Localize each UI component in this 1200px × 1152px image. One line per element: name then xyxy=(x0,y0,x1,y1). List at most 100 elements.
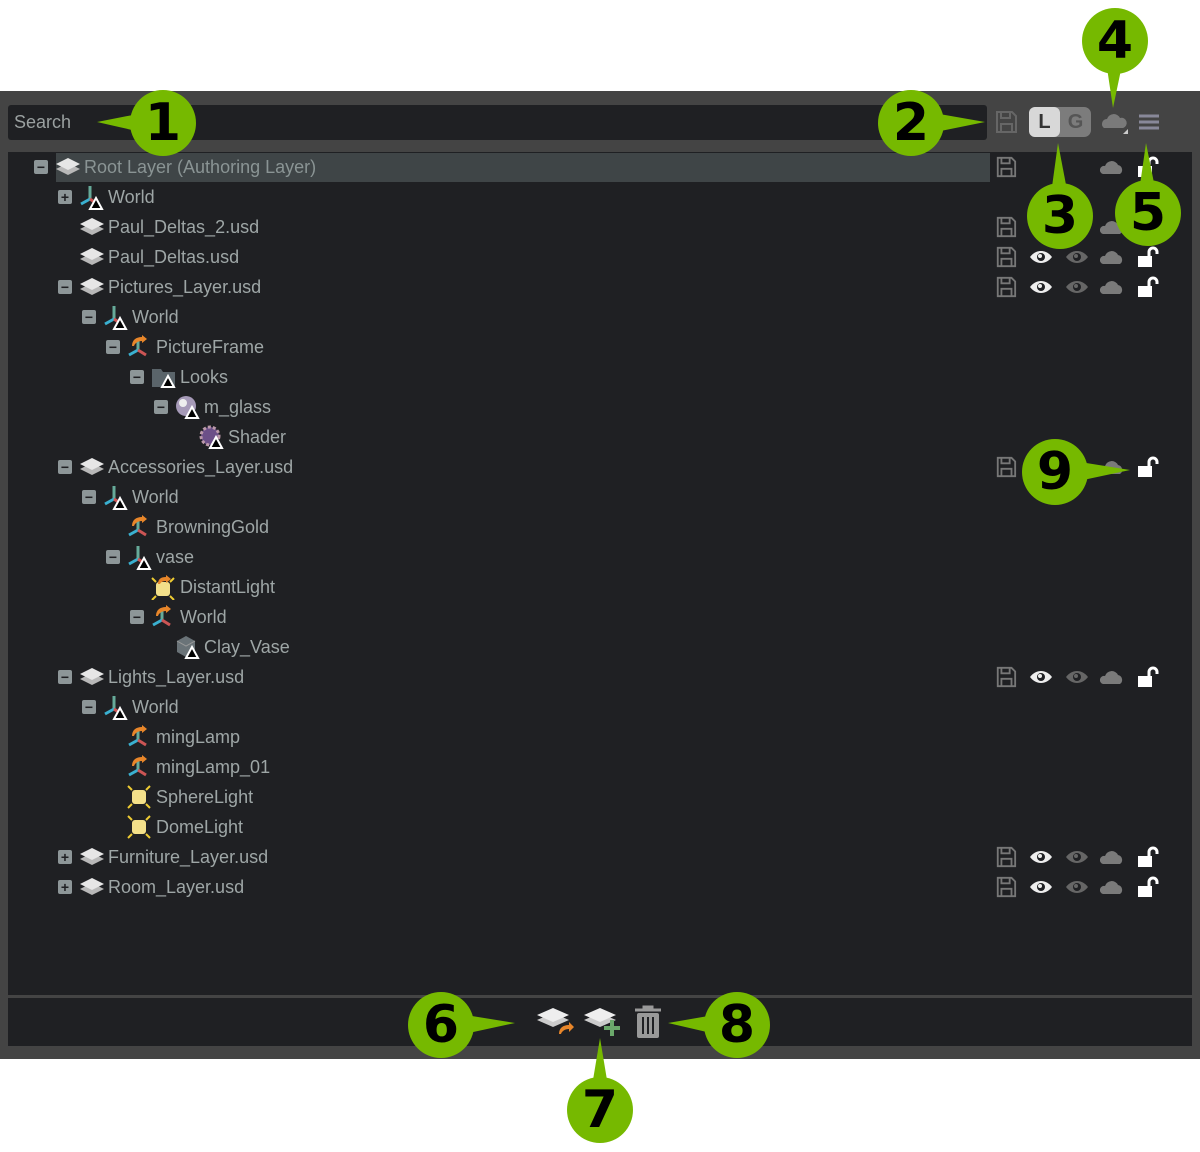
lock-icon[interactable] xyxy=(1136,846,1160,868)
lock-icon[interactable] xyxy=(1136,246,1160,268)
tree-item-label: Furniture_Layer.usd xyxy=(108,847,269,867)
save-icon[interactable] xyxy=(994,276,1018,298)
tree-row[interactable]: Shader xyxy=(8,422,1192,452)
layer-icon xyxy=(80,878,104,895)
save-icon[interactable] xyxy=(994,216,1018,238)
solo-eye-icon[interactable] xyxy=(1065,276,1089,298)
callout-8: 8 xyxy=(704,992,770,1058)
lock-icon[interactable] xyxy=(1136,276,1160,298)
tree-row[interactable]: − Pictures_Layer.usd xyxy=(8,272,1192,302)
collapse-toggle[interactable]: − xyxy=(58,280,72,294)
callout-3: 3 xyxy=(1027,183,1093,249)
callout-7: 7 xyxy=(567,1077,633,1143)
save-icon[interactable] xyxy=(994,456,1018,478)
expand-toggle[interactable]: + xyxy=(58,190,72,204)
local-mode-button[interactable]: L xyxy=(1029,107,1060,137)
folder-icon xyxy=(152,369,176,388)
mesh-icon xyxy=(176,636,200,659)
tree-row[interactable]: − World xyxy=(8,482,1192,512)
callout-9: 9 xyxy=(1022,439,1088,505)
cloud-icon[interactable] xyxy=(1100,666,1124,688)
xform-icon xyxy=(104,306,128,330)
collapse-toggle[interactable]: − xyxy=(82,490,96,504)
save-icon[interactable] xyxy=(994,846,1018,868)
tree-item-label: DistantLight xyxy=(180,577,276,597)
tree-row[interactable]: mingLamp_01 xyxy=(8,752,1192,782)
tree-row[interactable]: − Accessories_Layer.usd xyxy=(8,452,1192,482)
insert-sublayer-icon[interactable] xyxy=(535,1006,575,1038)
solo-eye-icon[interactable] xyxy=(1065,246,1089,268)
tree-row[interactable]: Clay_Vase xyxy=(8,632,1192,662)
xform-icon xyxy=(104,486,128,510)
save-icon[interactable] xyxy=(994,666,1018,688)
visibility-eye-icon[interactable] xyxy=(1029,846,1053,868)
global-mode-button[interactable]: G xyxy=(1060,107,1091,137)
tree-row[interactable]: − World xyxy=(8,602,1192,632)
lock-icon[interactable] xyxy=(1136,156,1160,178)
cloud-icon[interactable] xyxy=(1100,156,1124,178)
tree-row[interactable]: − World xyxy=(8,692,1192,722)
tree-row[interactable]: DistantLight xyxy=(8,572,1192,602)
tree-item-label: Accessories_Layer.usd xyxy=(108,457,294,477)
tree-row[interactable]: SphereLight xyxy=(8,782,1192,812)
collapse-toggle[interactable]: − xyxy=(82,310,96,324)
collapse-toggle[interactable]: − xyxy=(106,550,120,564)
layer-icon xyxy=(80,668,104,685)
lock-icon[interactable] xyxy=(1136,876,1160,898)
tree-item-label: Looks xyxy=(180,367,229,387)
tree-row[interactable]: + Room_Layer.usd xyxy=(8,872,1192,902)
tree-row[interactable]: mingLamp xyxy=(8,722,1192,752)
expand-toggle[interactable]: + xyxy=(58,850,72,864)
tree-item-label: Shader xyxy=(228,427,287,447)
bottom-toolbar xyxy=(8,998,1192,1046)
tree-row[interactable]: + Furniture_Layer.usd xyxy=(8,842,1192,872)
visibility-eye-icon[interactable] xyxy=(1029,276,1053,298)
tree-row[interactable]: − Looks xyxy=(8,362,1192,392)
create-sublayer-icon[interactable] xyxy=(582,1006,622,1038)
solo-eye-icon[interactable] xyxy=(1065,876,1089,898)
expand-toggle[interactable]: + xyxy=(58,880,72,894)
callout-6: 6 xyxy=(408,992,474,1058)
collapse-toggle[interactable]: − xyxy=(106,340,120,354)
callout-5: 5 xyxy=(1115,180,1181,246)
visibility-eye-icon[interactable] xyxy=(1029,666,1053,688)
collapse-toggle[interactable]: − xyxy=(58,460,72,474)
tree-row[interactable]: − vase xyxy=(8,542,1192,572)
save-icon[interactable] xyxy=(994,876,1018,898)
save-icon[interactable] xyxy=(994,156,1018,178)
tree-row[interactable]: − Root Layer (Authoring Layer) xyxy=(8,152,1192,182)
tree-row[interactable]: BrowningGold xyxy=(8,512,1192,542)
collapse-toggle[interactable]: − xyxy=(34,160,48,174)
cloud-icon[interactable] xyxy=(1100,846,1124,868)
cloud-icon[interactable] xyxy=(1100,108,1130,136)
tree-row[interactable]: − PictureFrame xyxy=(8,332,1192,362)
visibility-eye-icon[interactable] xyxy=(1029,876,1053,898)
tree-row[interactable]: − m_glass xyxy=(8,392,1192,422)
collapse-toggle[interactable]: − xyxy=(130,370,144,384)
menu-icon[interactable] xyxy=(1138,108,1160,136)
tree-item-label: World xyxy=(132,697,179,717)
save-icon[interactable] xyxy=(994,246,1018,268)
solo-eye-icon[interactable] xyxy=(1065,846,1089,868)
collapse-toggle[interactable]: − xyxy=(154,400,168,414)
lock-icon[interactable] xyxy=(1136,456,1160,478)
solo-eye-icon[interactable] xyxy=(1065,666,1089,688)
tree-row[interactable]: Paul_Deltas.usd xyxy=(8,242,1192,272)
cloud-icon[interactable] xyxy=(1100,276,1124,298)
tree-row[interactable]: + World xyxy=(8,182,1192,212)
cloud-icon[interactable] xyxy=(1100,456,1124,478)
collapse-toggle[interactable]: − xyxy=(58,670,72,684)
collapse-toggle[interactable]: − xyxy=(82,700,96,714)
visibility-eye-icon[interactable] xyxy=(1029,246,1053,268)
tree-row[interactable]: − World xyxy=(8,302,1192,332)
tree-row[interactable]: DomeLight xyxy=(8,812,1192,842)
save-all-icon[interactable] xyxy=(994,108,1018,136)
cloud-icon[interactable] xyxy=(1100,876,1124,898)
tree-row[interactable]: − Lights_Layer.usd xyxy=(8,662,1192,692)
cloud-icon[interactable] xyxy=(1100,246,1124,268)
local-global-toggle[interactable]: L G xyxy=(1029,107,1091,137)
delete-icon[interactable] xyxy=(632,1004,664,1040)
tree-row[interactable]: Paul_Deltas_2.usd xyxy=(8,212,1192,242)
lock-icon[interactable] xyxy=(1136,666,1160,688)
collapse-toggle[interactable]: − xyxy=(130,610,144,624)
